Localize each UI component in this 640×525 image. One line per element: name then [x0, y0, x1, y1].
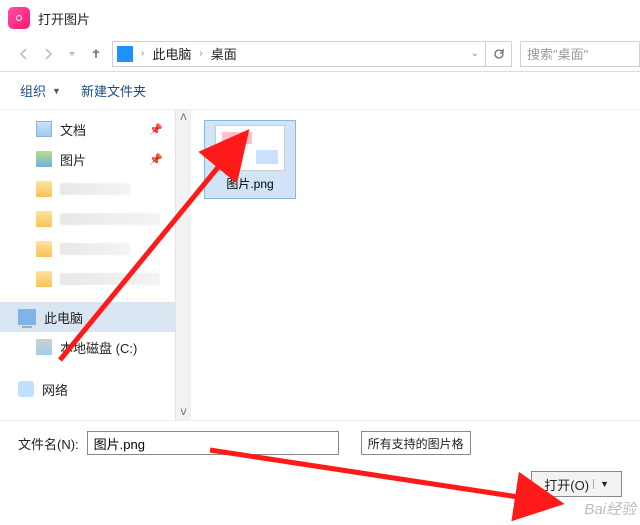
open-button-label: 打开(O) — [544, 475, 589, 494]
file-name: 图片.png — [226, 175, 273, 192]
sidebar: 文档 📌 图片 📌 — [0, 110, 192, 420]
filename-input[interactable] — [87, 431, 339, 455]
app-icon — [8, 7, 30, 29]
sidebar-item-obscured[interactable] — [0, 234, 175, 264]
folder-tree: 文档 📌 图片 📌 — [0, 110, 175, 420]
organize-label: 组织 — [20, 81, 46, 100]
network-icon — [18, 381, 34, 397]
filetype-label: 所有支持的图片格 — [368, 435, 464, 452]
organize-menu[interactable]: 组织 ▼ — [20, 81, 61, 100]
scroll-down-icon[interactable]: ᐯ — [180, 407, 186, 418]
breadcrumb-leaf[interactable]: 桌面 — [211, 44, 237, 63]
sidebar-item-label: 文档 — [60, 120, 86, 139]
folder-icon — [36, 211, 52, 227]
file-item-selected[interactable]: 图片.png — [204, 120, 296, 199]
up-icon[interactable] — [86, 44, 106, 64]
sidebar-scrollbar[interactable]: ᐱ ᐯ — [175, 110, 191, 420]
body: 文档 📌 图片 📌 — [0, 110, 640, 420]
pin-icon: 📌 — [149, 123, 163, 136]
document-icon — [36, 121, 52, 137]
window-title: 打开图片 — [38, 9, 90, 28]
sidebar-item-label: 本地磁盘 (C:) — [60, 338, 137, 357]
pin-icon: 📌 — [149, 153, 163, 166]
sidebar-item-label: 图片 — [60, 150, 86, 169]
nav-arrows — [0, 44, 112, 64]
folder-icon — [36, 271, 52, 287]
sidebar-item-network[interactable]: 网络 — [0, 374, 175, 404]
sidebar-item-documents[interactable]: 文档 📌 — [0, 114, 175, 144]
folder-icon — [36, 241, 52, 257]
forward-icon[interactable] — [38, 44, 58, 64]
search-placeholder: 搜索"桌面" — [527, 44, 588, 63]
file-pane[interactable]: 图片.png — [192, 110, 640, 420]
new-folder-label: 新建文件夹 — [81, 81, 146, 100]
obscured-label — [60, 273, 160, 285]
obscured-label — [60, 183, 130, 195]
breadcrumb-root[interactable]: 此电脑 — [152, 44, 191, 63]
sidebar-item-label: 网络 — [42, 380, 68, 399]
breadcrumb[interactable]: › 此电脑 › 桌面 ⌄ — [112, 41, 486, 67]
obscured-label — [60, 213, 160, 225]
this-pc-icon — [117, 46, 133, 62]
chevron-right-icon: › — [197, 48, 204, 59]
back-icon[interactable] — [14, 44, 34, 64]
open-button[interactable]: 打开(O) ▼ — [531, 471, 622, 497]
new-folder-button[interactable]: 新建文件夹 — [81, 81, 146, 100]
filename-row: 文件名(N): 所有支持的图片格 — [18, 431, 622, 455]
scroll-up-icon[interactable]: ᐱ — [180, 112, 186, 123]
navbar: › 此电脑 › 桌面 ⌄ 搜索"桌面" — [0, 36, 640, 72]
folder-icon — [36, 181, 52, 197]
chevron-down-icon[interactable]: ⌄ — [469, 48, 481, 59]
search-input[interactable]: 搜索"桌面" — [520, 41, 640, 67]
titlebar: 打开图片 — [0, 0, 640, 36]
toolbar: 组织 ▼ 新建文件夹 — [0, 72, 640, 110]
sidebar-item-local-disk[interactable]: 本地磁盘 (C:) — [0, 332, 175, 362]
sidebar-item-obscured[interactable] — [0, 264, 175, 294]
filename-label: 文件名(N): — [18, 434, 79, 453]
split-chevron-icon[interactable]: ▼ — [593, 479, 609, 489]
watermark: Bai经验 — [584, 498, 636, 519]
button-row: 打开(O) ▼ — [18, 455, 622, 497]
pictures-icon — [36, 151, 52, 167]
sidebar-item-pictures[interactable]: 图片 📌 — [0, 144, 175, 174]
filetype-dropdown[interactable]: 所有支持的图片格 — [361, 431, 471, 455]
sidebar-item-obscured[interactable] — [0, 204, 175, 234]
file-thumbnail — [215, 125, 285, 171]
obscured-label — [60, 243, 130, 255]
refresh-button[interactable] — [486, 41, 512, 67]
chevron-right-icon: › — [139, 48, 146, 59]
sidebar-item-label: 此电脑 — [44, 308, 83, 327]
chevron-down-icon: ▼ — [52, 86, 61, 96]
bottom-bar: 文件名(N): 所有支持的图片格 打开(O) ▼ — [0, 420, 640, 511]
this-pc-icon — [18, 309, 36, 325]
hard-drive-icon — [36, 339, 52, 355]
sidebar-item-this-pc[interactable]: 此电脑 — [0, 302, 175, 332]
sidebar-item-obscured[interactable] — [0, 174, 175, 204]
history-dropdown[interactable] — [62, 44, 82, 64]
